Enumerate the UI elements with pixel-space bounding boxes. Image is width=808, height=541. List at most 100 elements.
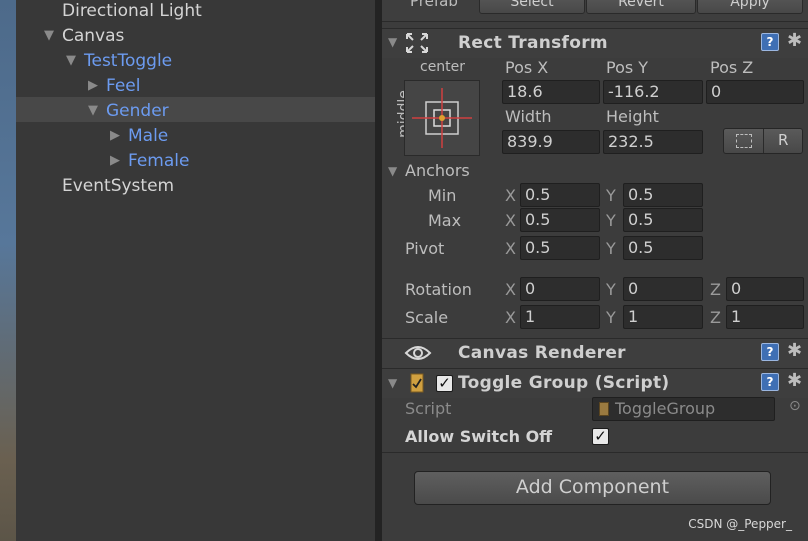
script-icon bbox=[599, 402, 609, 416]
width-field[interactable]: 839.9 bbox=[502, 130, 600, 154]
add-component-button[interactable]: Add Component bbox=[414, 471, 771, 505]
script-object-field: ToggleGroup bbox=[592, 397, 775, 421]
foldout-collapsed-icon[interactable]: ▶ bbox=[110, 150, 120, 172]
toggle-group-header[interactable]: ▼ ✓ Toggle Group (Script) ? ✱ bbox=[382, 368, 808, 398]
hierarchy-item-label: Gender bbox=[106, 101, 169, 121]
anchor-min-x-field[interactable]: 0.5 bbox=[520, 183, 600, 207]
prefab-select-button[interactable]: Select bbox=[479, 0, 585, 14]
object-picker-icon[interactable]: ⊙ bbox=[789, 398, 801, 414]
script-icon bbox=[410, 373, 424, 393]
rotation-x-field[interactable]: 0 bbox=[520, 277, 600, 301]
raw-edit-button[interactable]: R bbox=[778, 131, 788, 149]
axis-z-label: Z bbox=[710, 280, 721, 299]
foldout-collapsed-icon[interactable]: ▶ bbox=[110, 125, 120, 147]
hierarchy-item-label: Canvas bbox=[62, 26, 125, 46]
hierarchy-item-label: Directional Light bbox=[62, 1, 202, 21]
axis-x-label: X bbox=[505, 186, 516, 205]
pivot-y-field[interactable]: 0.5 bbox=[623, 236, 703, 260]
scale-x-field[interactable]: 1 bbox=[520, 305, 600, 329]
prefab-revert-button[interactable]: Revert bbox=[586, 0, 696, 14]
allow-switch-off-label: Allow Switch Off bbox=[405, 427, 553, 446]
pos-y-field[interactable]: -116.2 bbox=[603, 80, 703, 104]
gear-icon[interactable]: ✱ bbox=[787, 32, 802, 50]
scale-y-field[interactable]: 1 bbox=[623, 305, 703, 329]
rect-transform-icon bbox=[406, 33, 428, 53]
gear-icon[interactable]: ✱ bbox=[787, 372, 802, 390]
scene-view-edge bbox=[0, 0, 16, 541]
allow-switch-off-checkbox[interactable]: ✓ bbox=[592, 428, 609, 445]
axis-y-label: Y bbox=[606, 239, 616, 258]
anchors-label[interactable]: Anchors bbox=[405, 161, 470, 180]
scale-z-field[interactable]: 1 bbox=[726, 305, 804, 329]
rotation-z-field[interactable]: 0 bbox=[726, 277, 804, 301]
foldout-collapsed-icon[interactable]: ▶ bbox=[88, 75, 98, 97]
axis-x-label: X bbox=[505, 280, 516, 299]
component-title: Canvas Renderer bbox=[458, 343, 626, 363]
pivot-label: Pivot bbox=[405, 239, 445, 258]
hierarchy-item-testtoggle[interactable]: ▼ TestToggle bbox=[16, 50, 375, 75]
axis-x-label: X bbox=[505, 211, 516, 230]
axis-x-label: X bbox=[505, 239, 516, 258]
hierarchy-item-male[interactable]: ▶ Male bbox=[16, 125, 375, 150]
hierarchy-item-canvas[interactable]: ▼ Canvas bbox=[16, 25, 375, 50]
anchor-max-y-field[interactable]: 0.5 bbox=[623, 208, 703, 232]
script-label: Script bbox=[405, 399, 452, 418]
pos-x-field[interactable]: 18.6 bbox=[502, 80, 600, 104]
axis-x-label: X bbox=[505, 308, 516, 327]
prefab-label: Prefab bbox=[410, 0, 458, 10]
rotation-y-field[interactable]: 0 bbox=[623, 277, 703, 301]
anchor-preset-button[interactable] bbox=[404, 80, 480, 156]
divider bbox=[382, 452, 808, 453]
inspector-panel: Prefab Select Revert Apply ▼ Rect Transf… bbox=[382, 0, 808, 541]
help-icon[interactable]: ? bbox=[761, 33, 779, 51]
anchor-horizontal-label: center bbox=[420, 59, 466, 75]
anchor-min-label: Min bbox=[428, 186, 457, 205]
gear-icon[interactable]: ✱ bbox=[787, 342, 802, 360]
script-value: ToggleGroup bbox=[615, 399, 716, 418]
help-icon[interactable]: ? bbox=[761, 343, 779, 361]
pivot-x-field[interactable]: 0.5 bbox=[520, 236, 600, 260]
rect-transform-header[interactable]: ▼ Rect Transform ? ✱ bbox=[382, 28, 808, 58]
hierarchy-item-eventsystem[interactable]: EventSystem bbox=[16, 175, 375, 200]
hierarchy-item-label: Female bbox=[128, 151, 190, 171]
pos-z-label: Pos Z bbox=[710, 58, 754, 77]
blueprint-icon bbox=[736, 134, 752, 148]
hierarchy-panel: Directional Light ▼ Canvas ▼ TestToggle … bbox=[16, 0, 375, 541]
axis-y-label: Y bbox=[606, 186, 616, 205]
foldout-expanded-icon[interactable]: ▼ bbox=[88, 100, 98, 122]
pos-x-label: Pos X bbox=[505, 58, 549, 77]
blueprint-mode-button[interactable] bbox=[724, 129, 764, 153]
foldout-expanded-icon[interactable]: ▼ bbox=[388, 164, 397, 178]
anchor-min-y-field[interactable]: 0.5 bbox=[623, 183, 703, 207]
eye-icon bbox=[404, 346, 432, 360]
rotation-label: Rotation bbox=[405, 280, 472, 299]
component-title: Toggle Group (Script) bbox=[458, 373, 670, 393]
axis-y-label: Y bbox=[606, 211, 616, 230]
hierarchy-item-directional-light[interactable]: Directional Light bbox=[16, 0, 375, 25]
width-label: Width bbox=[505, 107, 552, 126]
hierarchy-item-label: EventSystem bbox=[62, 176, 175, 196]
hierarchy-item-label: Feel bbox=[106, 76, 141, 96]
pos-z-field[interactable]: 0 bbox=[706, 80, 804, 104]
component-title: Rect Transform bbox=[458, 33, 608, 53]
hierarchy-item-female[interactable]: ▶ Female bbox=[16, 150, 375, 175]
anchor-max-x-field[interactable]: 0.5 bbox=[520, 208, 600, 232]
canvas-renderer-header[interactable]: Canvas Renderer ? ✱ bbox=[382, 338, 808, 368]
panel-splitter[interactable] bbox=[375, 0, 382, 541]
foldout-expanded-icon[interactable]: ▼ bbox=[388, 35, 397, 49]
foldout-expanded-icon[interactable]: ▼ bbox=[66, 50, 76, 72]
hierarchy-item-label: TestToggle bbox=[84, 51, 173, 71]
prefab-toolbar: Prefab Select Revert Apply bbox=[382, 0, 808, 22]
foldout-expanded-icon[interactable]: ▼ bbox=[44, 25, 54, 47]
prefab-apply-button[interactable]: Apply bbox=[697, 0, 803, 14]
watermark: CSDN @_Pepper_ bbox=[688, 517, 792, 531]
blueprint-raw-buttons: R bbox=[723, 128, 803, 154]
scale-label: Scale bbox=[405, 308, 449, 327]
height-label: Height bbox=[606, 107, 659, 126]
component-enabled-checkbox[interactable]: ✓ bbox=[436, 375, 453, 392]
hierarchy-item-label: Male bbox=[128, 126, 169, 146]
help-icon[interactable]: ? bbox=[761, 373, 779, 391]
foldout-expanded-icon[interactable]: ▼ bbox=[388, 376, 397, 390]
height-field[interactable]: 232.5 bbox=[603, 130, 703, 154]
hierarchy-item-gender[interactable]: ▼ Gender bbox=[16, 97, 375, 122]
